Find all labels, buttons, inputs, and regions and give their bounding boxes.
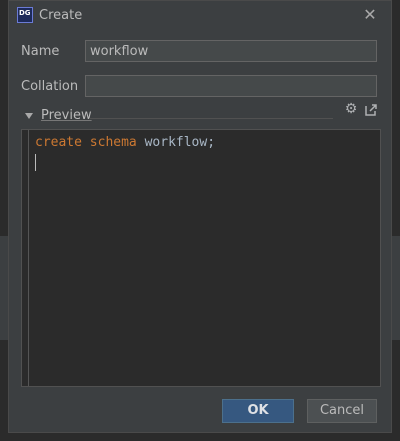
- gear-icon[interactable]: ⚙: [344, 102, 358, 116]
- name-input[interactable]: [85, 40, 377, 62]
- name-label: Name: [21, 44, 60, 59]
- sql-keyword-schema: schema: [89, 135, 137, 150]
- dialog-title: Create: [39, 8, 83, 23]
- collation-label: Collation: [21, 79, 79, 94]
- sql-keyword-create: create: [35, 135, 82, 150]
- close-icon[interactable]: ✕: [361, 6, 379, 24]
- datagrip-app-icon: DG: [17, 7, 33, 23]
- text-caret: [35, 154, 36, 171]
- dialog-titlebar: DG Create ✕: [9, 1, 391, 31]
- collapse-arrow-icon[interactable]: [25, 113, 33, 119]
- editor-gutter: [22, 130, 29, 386]
- create-schema-dialog: DG Create ✕ Name Collation Preview ⚙ cre…: [8, 0, 392, 433]
- sql-code-line: create schema workflow;: [35, 134, 215, 152]
- sql-identifier: workflow;: [144, 135, 216, 150]
- cancel-button[interactable]: Cancel: [307, 399, 377, 423]
- collation-input[interactable]: [85, 75, 377, 97]
- preview-separator: [89, 118, 333, 119]
- sql-preview-editor[interactable]: create schema workflow;: [21, 129, 381, 387]
- preview-toggle[interactable]: Preview: [41, 108, 92, 123]
- ok-button[interactable]: OK: [222, 399, 294, 423]
- external-link-icon[interactable]: [364, 103, 378, 117]
